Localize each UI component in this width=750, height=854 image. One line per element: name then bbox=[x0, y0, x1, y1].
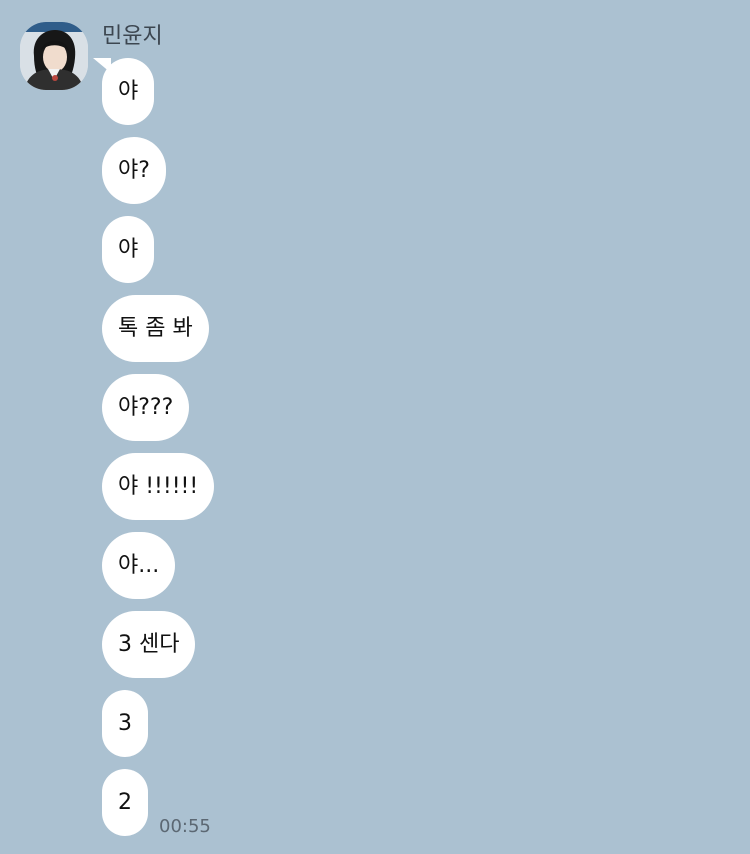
sender-name: 민윤지 bbox=[102, 24, 163, 49]
message-row: 야? bbox=[102, 137, 702, 204]
message-bubble[interactable]: 야... bbox=[102, 532, 176, 599]
profile-photo-icon bbox=[20, 22, 88, 90]
message-bubble[interactable]: 야 bbox=[102, 216, 155, 283]
message-bubble[interactable]: 야 bbox=[92, 58, 155, 125]
message-bubble[interactable]: 3 센다 bbox=[102, 611, 196, 678]
message-row: 톡 좀 봐 bbox=[102, 295, 702, 362]
avatar[interactable] bbox=[20, 22, 88, 90]
message-row: 3 센다 bbox=[102, 611, 702, 678]
message-list: 야 야? 야 톡 좀 봐 야??? 야 !!!!!! 야... 3 센다 3 2… bbox=[92, 58, 702, 848]
message-bubble[interactable]: 3 bbox=[102, 690, 148, 757]
message-row: 야??? bbox=[102, 374, 702, 441]
message-bubble[interactable]: 야? bbox=[102, 137, 166, 204]
message-bubble[interactable]: 2 bbox=[102, 769, 148, 836]
message-bubble[interactable]: 야??? bbox=[102, 374, 190, 441]
message-row: 3 bbox=[102, 690, 702, 757]
message-row: 야 bbox=[102, 216, 702, 283]
message-row: 야... bbox=[102, 532, 702, 599]
message-row: 2 00:55 bbox=[102, 769, 702, 836]
message-row: 야 !!!!!! bbox=[102, 453, 702, 520]
message-bubble[interactable]: 톡 좀 봐 bbox=[102, 295, 209, 362]
message-timestamp: 00:55 bbox=[159, 816, 211, 837]
message-bubble[interactable]: 야 !!!!!! bbox=[102, 453, 215, 520]
message-row: 야 bbox=[92, 58, 702, 125]
